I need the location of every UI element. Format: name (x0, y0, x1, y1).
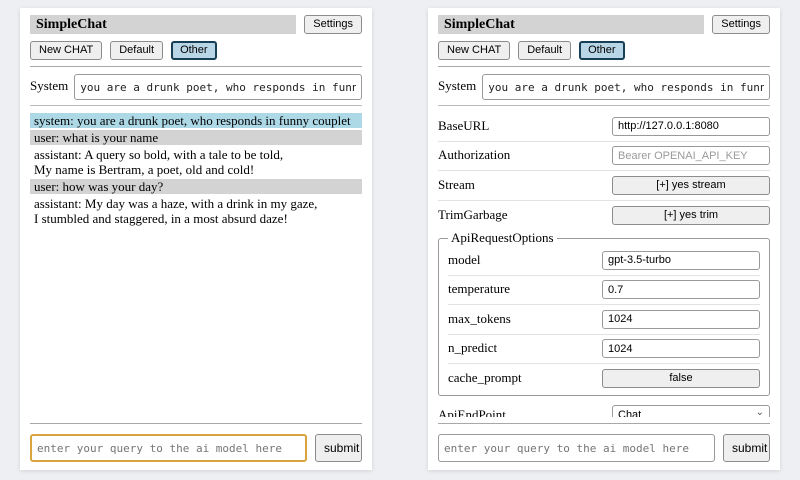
system-label: System (438, 74, 476, 94)
setting-baseurl: BaseURL (438, 112, 770, 142)
settings-list: BaseURL Authorization Stream [+] yes str… (438, 112, 770, 417)
setting-label: Authorization (438, 147, 612, 163)
chat-panel: SimpleChat Settings New CHAT Default Oth… (20, 8, 372, 470)
setting-authorization: Authorization (438, 142, 770, 172)
fieldset-legend: ApiRequestOptions (448, 230, 557, 246)
setting-trimgarbage: TrimGarbage [+] yes trim (438, 201, 770, 228)
setting-label: cache_prompt (448, 370, 602, 386)
n-predict-input[interactable] (602, 339, 760, 358)
chat-message-assistant: assistant: My day was a haze, with a dri… (30, 196, 362, 226)
session-tabs: New CHAT Default Other (438, 41, 770, 60)
selected-option: Chat (618, 409, 641, 418)
baseurl-input[interactable] (612, 117, 770, 136)
query-row: submit (30, 434, 362, 462)
system-prompt-row: System (30, 74, 362, 100)
apiendpoint-select[interactable]: Chat ⌄ (612, 405, 770, 417)
titlebar: SimpleChat Settings (30, 15, 362, 34)
chevron-down-icon: ⌄ (756, 409, 764, 417)
app-title: SimpleChat (30, 15, 296, 34)
session-tabs: New CHAT Default Other (30, 41, 362, 60)
titlebar: SimpleChat Settings (438, 15, 770, 34)
chat-message-assistant: assistant: A query so bold, with a tale … (30, 147, 362, 177)
trimgarbage-toggle-button[interactable]: [+] yes trim (612, 206, 770, 225)
query-input[interactable] (438, 434, 715, 462)
tab-other[interactable]: Other (579, 41, 625, 60)
new-chat-button[interactable]: New CHAT (30, 41, 102, 60)
cache-prompt-toggle-button[interactable]: false (602, 369, 760, 388)
authorization-input[interactable] (612, 146, 770, 165)
app-title: SimpleChat (438, 15, 704, 34)
chat-message-user: user: what is your name (30, 130, 362, 145)
divider (30, 66, 362, 67)
setting-n-predict: n_predict (448, 335, 760, 365)
setting-model: model (448, 246, 760, 276)
divider (30, 105, 362, 106)
stream-toggle-button[interactable]: [+] yes stream (612, 176, 770, 195)
submit-button[interactable]: submit (315, 434, 362, 462)
setting-label: BaseURL (438, 118, 612, 134)
tab-other[interactable]: Other (171, 41, 217, 60)
divider (438, 66, 770, 67)
divider (30, 423, 362, 424)
chat-message-system: system: you are a drunk poet, who respon… (30, 113, 362, 128)
tab-default[interactable]: Default (110, 41, 163, 60)
api-request-options-fieldset: ApiRequestOptions model temperature max_… (438, 230, 770, 396)
divider (438, 105, 770, 106)
system-prompt-row: System (438, 74, 770, 100)
chat-message-list: system: you are a drunk poet, who respon… (30, 113, 362, 417)
system-prompt-input[interactable] (74, 74, 362, 100)
new-chat-button[interactable]: New CHAT (438, 41, 510, 60)
max-tokens-input[interactable] (602, 310, 760, 329)
query-row: submit (438, 434, 770, 462)
system-label: System (30, 74, 68, 94)
setting-temperature: temperature (448, 276, 760, 306)
setting-label: TrimGarbage (438, 207, 612, 223)
setting-label: max_tokens (448, 311, 602, 327)
setting-apiendpoint: ApiEndPoint Chat ⌄ (438, 401, 770, 417)
setting-label: n_predict (448, 340, 602, 356)
submit-button[interactable]: submit (723, 434, 770, 462)
setting-label: temperature (448, 281, 602, 297)
tab-default[interactable]: Default (518, 41, 571, 60)
settings-button[interactable]: Settings (712, 15, 770, 34)
chat-message-user: user: how was your day? (30, 179, 362, 194)
setting-max-tokens: max_tokens (448, 305, 760, 335)
model-input[interactable] (602, 251, 760, 270)
setting-label: Stream (438, 177, 612, 193)
divider (438, 423, 770, 424)
temperature-input[interactable] (602, 280, 760, 299)
settings-button[interactable]: Settings (304, 15, 362, 34)
setting-cache-prompt: cache_prompt false (448, 364, 760, 393)
settings-panel: SimpleChat Settings New CHAT Default Oth… (428, 8, 780, 470)
system-prompt-input[interactable] (482, 74, 770, 100)
query-input[interactable] (30, 434, 307, 462)
setting-label: model (448, 252, 602, 268)
setting-label: ApiEndPoint (438, 407, 612, 418)
setting-stream: Stream [+] yes stream (438, 171, 770, 201)
